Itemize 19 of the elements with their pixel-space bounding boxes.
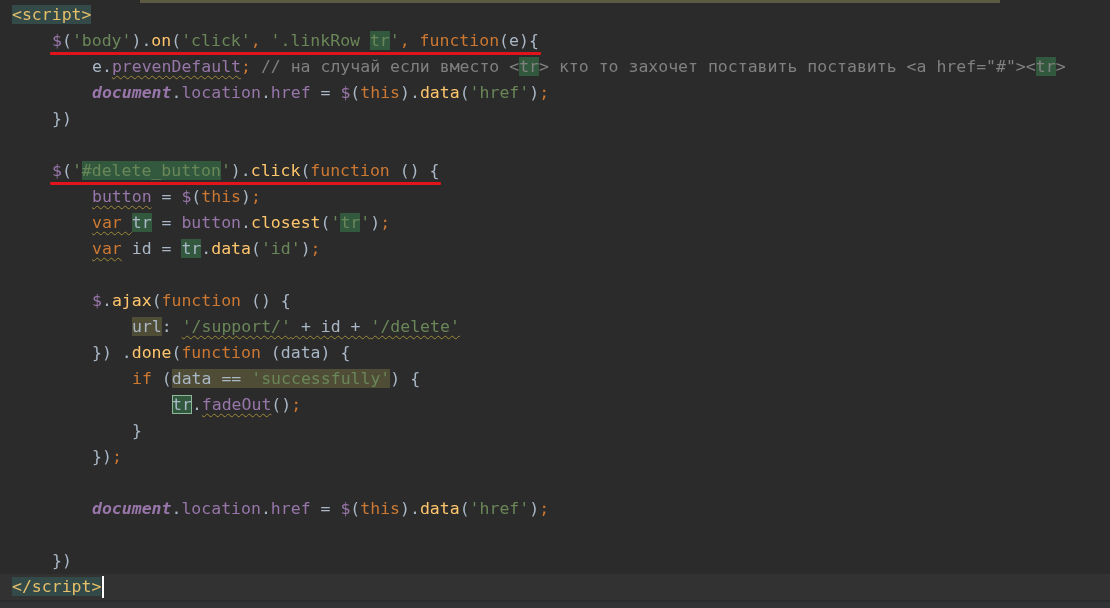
code-line: }); xyxy=(92,447,122,466)
code-editor[interactable] xyxy=(0,0,1110,608)
code-line: if (data == 'successfully') { xyxy=(132,369,421,388)
code-line: $('body').on('click', '.linkRow tr', function(e){ xyxy=(52,31,539,50)
code-line: e.prevenDefault; // на случай если вместо <tr> кто то захочет поставить поставить <a href="#"><tr> xyxy=(92,57,1066,76)
code-line: document.location.href = $(this).data('href'); xyxy=(92,83,550,102)
text-cursor xyxy=(102,576,105,598)
code-line: tr.fadeOut(); xyxy=(172,395,302,414)
code-line: } xyxy=(132,421,142,440)
code-line: }) xyxy=(52,109,72,128)
code-line: button = $(this); xyxy=(92,187,261,206)
code-line: }) xyxy=(52,551,72,570)
code-line: document.location.href = $(this).data('href'); xyxy=(92,499,550,518)
code-line: url: '/support/' + id + '/delete' xyxy=(132,317,460,336)
code-line: $('#delete_button').click(function () { xyxy=(52,161,440,180)
code-line: var id = tr.data('id'); xyxy=(92,239,321,258)
code-line: var tr = button.closest('tr'); xyxy=(92,213,391,232)
code-line: $.ajax(function () { xyxy=(92,291,291,310)
code-line: }) .done(function (data) { xyxy=(92,343,351,362)
